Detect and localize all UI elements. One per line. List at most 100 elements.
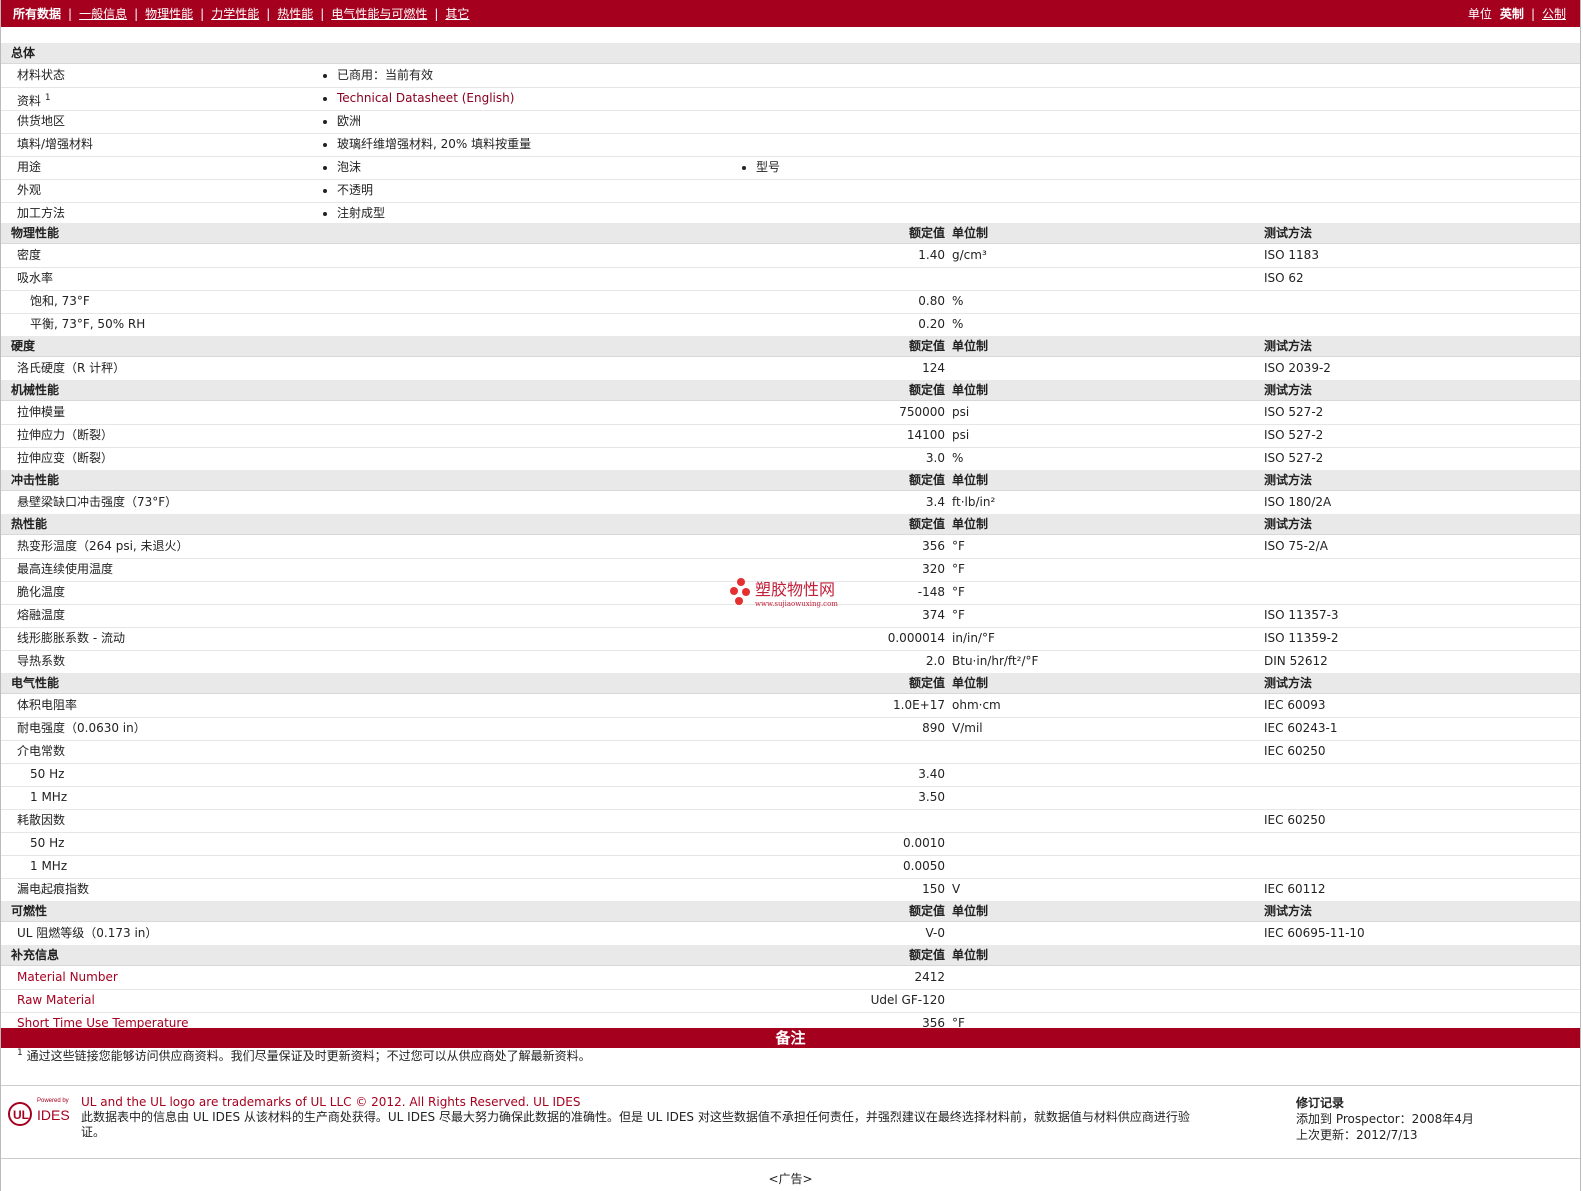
property-label: 密度: [17, 248, 42, 262]
nav-separator: |: [434, 6, 439, 21]
bullet-icon: [742, 165, 746, 170]
property-unit: V/mil: [952, 721, 983, 735]
property-row: 线形膨胀系数 - 流动 0.000014 in/in/°F ISO 11359-2: [1, 627, 1580, 651]
property-value: 0.0010: [903, 836, 945, 850]
logo-powered-text: Powered by: [37, 1098, 69, 1104]
nav-item-1[interactable]: 一般信息: [79, 5, 127, 22]
property-row: 导热系数 2.0 Btu·in/hr/ft²/°F DIN 52612: [1, 650, 1580, 674]
test-method: ISO 527-2: [1264, 451, 1324, 465]
test-method: IEC 60695-11-10: [1264, 926, 1365, 940]
property-unit: %: [952, 451, 964, 465]
test-method: ISO 2039-2: [1264, 361, 1331, 375]
nav-item-4[interactable]: 热性能: [277, 5, 313, 22]
property-row: 耐电强度（0.0630 in） 890 V/mil IEC 60243-1: [1, 717, 1580, 741]
footer-divider: [1, 1085, 1580, 1086]
property-label: 50 Hz: [30, 767, 65, 781]
property-label: 1 MHz: [30, 790, 68, 804]
bullet-icon: [323, 211, 327, 216]
property-row: 热变形温度（264 psi, 未退火） 356 °F ISO 75-2/A: [1, 535, 1580, 559]
ad-divider: [1, 1158, 1580, 1159]
logo-ides-text: IDES: [37, 1107, 70, 1123]
general-value: 欧洲: [323, 110, 361, 133]
property-label: 介电常数: [17, 744, 66, 758]
general-row: 材料状态 已商用：当前有效: [1, 64, 1580, 88]
watermark-cn: 塑胶物性网: [755, 580, 835, 599]
general-label-text: 资料: [17, 94, 42, 108]
test-method: ISO 1183: [1264, 248, 1319, 262]
property-label: 体积电阻率: [17, 698, 78, 712]
section-header: 硬度 额定值 单位制 测试方法: [1, 336, 1580, 357]
col-header-value: 额定值: [908, 473, 945, 487]
general-label-text: 材料状态: [17, 68, 66, 82]
test-method: IEC 60243-1: [1264, 721, 1338, 735]
ad-label[interactable]: <广告>: [1, 1170, 1580, 1187]
general-label-text: 外观: [17, 183, 42, 197]
section-title: 电气性能: [11, 676, 60, 690]
property-label: 耐电强度（0.0630 in）: [17, 721, 146, 735]
property-row: 拉伸应变（断裂） 3.0% ISO 527-2: [1, 447, 1580, 471]
general-label: 供货地区: [17, 110, 65, 133]
property-label: 1 MHz: [30, 859, 68, 873]
nav-item-5[interactable]: 电气性能与可燃性: [331, 5, 427, 22]
property-value: 0.80: [918, 294, 945, 308]
property-value: 1.0E+17: [893, 698, 945, 712]
property-label: 拉伸应变（断裂）: [17, 451, 114, 465]
col-header-unit: 单位制: [952, 904, 989, 918]
col-header-value: 额定值: [908, 226, 945, 240]
col-header-value: 额定值: [908, 676, 945, 690]
section-title: 冲击性能: [11, 473, 60, 487]
test-method: DIN 52612: [1264, 654, 1328, 668]
property-value: 3.40: [918, 767, 945, 781]
property-label: 拉伸模量: [17, 405, 66, 419]
test-method: ISO 11357-3: [1264, 608, 1339, 622]
bullet-icon: [323, 188, 327, 193]
unit-english[interactable]: 英制: [1500, 5, 1524, 22]
revision-history: 修订记录 添加到 Prospector：2008年4月 上次更新：2012/7/…: [1296, 1095, 1474, 1143]
bullet-icon: [323, 96, 327, 101]
general-label: 加工方法: [17, 202, 65, 225]
property-row: 悬壁梁缺口冲击强度（73°F） 3.4 ft·lb/in² ISO 180/2A: [1, 491, 1580, 515]
property-row: 拉伸应力（断裂） 14100 psi ISO 527-2: [1, 424, 1580, 448]
bullet-icon: [323, 73, 327, 78]
section-header: 电气性能 额定值 单位制 测试方法: [1, 673, 1580, 694]
general-value-text: 不透明: [337, 183, 374, 197]
property-row: 洛氏硬度（R 计秤） 124 ISO 2039-2: [1, 357, 1580, 381]
nav-separator: |: [134, 6, 139, 21]
col-header-value: 额定值: [908, 948, 945, 962]
property-value: 0.20: [918, 317, 945, 331]
section-header: 冲击性能 额定值 单位制 测试方法: [1, 470, 1580, 491]
col-header-unit: 单位制: [952, 339, 989, 353]
section-nav: 所有数据 | 一般信息 | 物理性能 | 力学性能 | 热性能 | 电气性能与可燃性 | 其它: [1, 5, 469, 22]
property-unit: psi: [952, 428, 970, 442]
property-unit: ohm·cm: [952, 698, 1001, 712]
revision-updated: 上次更新：2012/7/13: [1296, 1128, 1418, 1142]
property-value: 750000: [899, 405, 945, 419]
test-method: ISO 75-2/A: [1264, 539, 1328, 553]
datasheet-link[interactable]: Technical Datasheet (English): [337, 91, 514, 105]
test-method: ISO 11359-2: [1264, 631, 1339, 645]
nav-item-3[interactable]: 力学性能: [211, 5, 259, 22]
unit-metric-link[interactable]: 公制: [1542, 5, 1566, 22]
nav-item-6[interactable]: 其它: [445, 5, 469, 22]
property-label: UL 阻燃等级（0.173 in）: [17, 926, 158, 940]
property-unit: °F: [952, 539, 965, 553]
general-row: 资料 1 Technical Datasheet (English): [1, 87, 1580, 111]
disclaimer-line-2: 证。: [81, 1125, 106, 1139]
nav-item-2[interactable]: 物理性能: [145, 5, 193, 22]
col-header-unit: 单位制: [952, 473, 989, 487]
col-header-unit: 单位制: [952, 517, 989, 531]
property-value: 320: [922, 562, 945, 576]
general-value-text: 已商用：当前有效: [337, 68, 434, 82]
property-label: 热变形温度（264 psi, 未退火）: [17, 539, 189, 553]
col-header-value: 额定值: [908, 517, 945, 531]
col-header-method: 测试方法: [1264, 226, 1313, 240]
nav-item-0[interactable]: 所有数据: [13, 5, 61, 22]
top-nav-bar: 所有数据 | 一般信息 | 物理性能 | 力学性能 | 热性能 | 电气性能与可燃性 | 其它 单位 英…: [1, 0, 1580, 27]
test-method: IEC 60093: [1264, 698, 1326, 712]
general-row: 外观 不透明: [1, 179, 1580, 203]
property-label: 悬壁梁缺口冲击强度（73°F）: [17, 495, 178, 509]
section-title: 总体: [11, 46, 36, 60]
property-row: 体积电阻率 1.0E+17 ohm·cm IEC 60093: [1, 694, 1580, 718]
property-value: V-0: [925, 926, 945, 940]
col-header-method: 测试方法: [1264, 904, 1313, 918]
